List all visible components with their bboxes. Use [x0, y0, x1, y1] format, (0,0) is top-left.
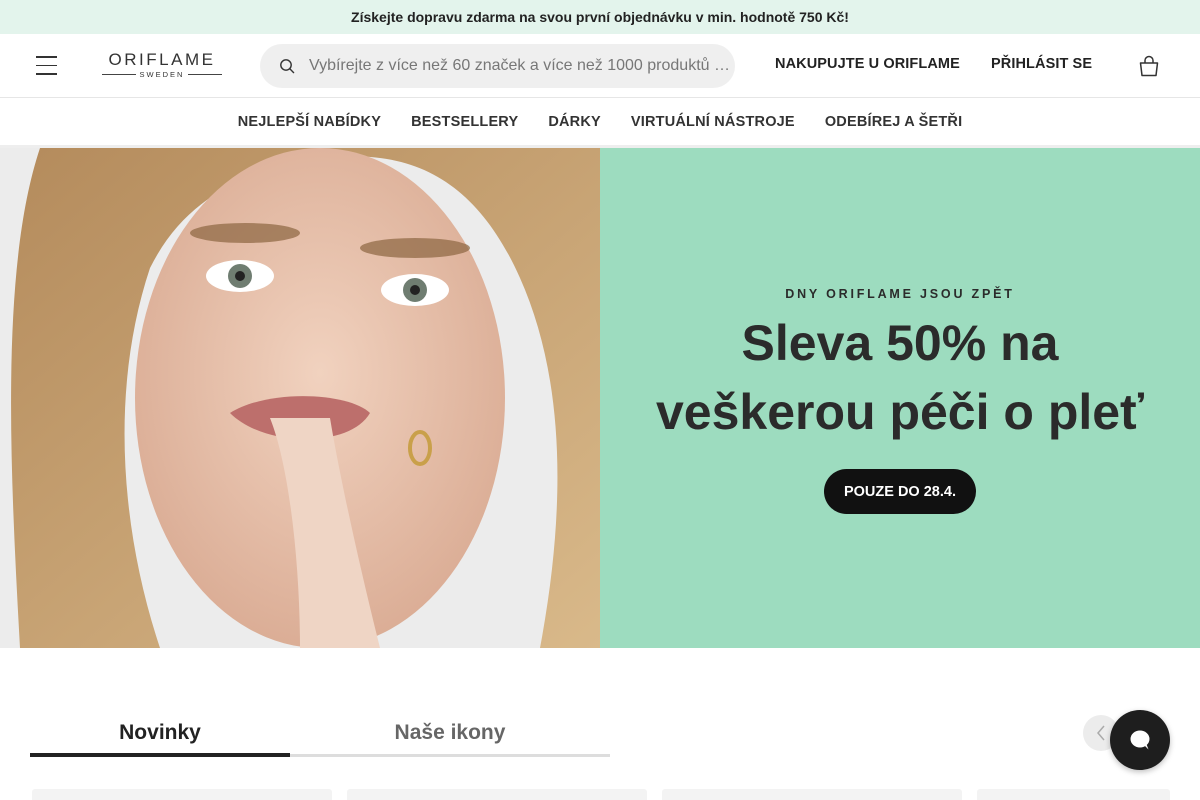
- logo-wordmark: ORIFLAME: [108, 50, 216, 69]
- promo-banner: Získejte dopravu zdarma na svou první ob…: [0, 0, 1200, 34]
- hero-eyebrow: DNY ORIFLAME JSOU ZPĚT: [785, 287, 1015, 301]
- hero-model-image: [0, 148, 600, 648]
- product-card[interactable]: [347, 789, 647, 800]
- nav-item-subscribe-save[interactable]: ODEBÍREJ A ŠETŘI: [825, 114, 962, 130]
- tab-novinky[interactable]: Novinky: [30, 710, 290, 757]
- cart-icon[interactable]: [1137, 54, 1161, 78]
- nav-item-gifts[interactable]: DÁRKY: [548, 114, 601, 130]
- search-input[interactable]: [309, 44, 729, 88]
- shop-with-oriflame-link[interactable]: NAKUPUJTE U ORIFLAME: [775, 56, 960, 72]
- product-card[interactable]: [32, 789, 332, 800]
- login-link[interactable]: PŘIHLÁSIT SE: [991, 56, 1092, 72]
- chevron-left-icon: [1097, 725, 1105, 741]
- hero-banner[interactable]: DNY ORIFLAME JSOU ZPĚT Sleva 50% na vešk…: [0, 148, 1200, 648]
- nav-item-bestsellers[interactable]: BESTSELLERY: [411, 114, 518, 130]
- search-icon: [280, 59, 295, 74]
- menu-icon[interactable]: [36, 56, 57, 76]
- site-header: ORIFLAME SWEDEN NAKUPUJTE U ORIFLAME PŘI…: [0, 34, 1200, 98]
- logo-subtext: SWEDEN: [139, 70, 185, 79]
- product-card[interactable]: [977, 789, 1170, 800]
- hero-portrait-illustration: [0, 148, 600, 648]
- nav-item-virtual-tools[interactable]: VIRTUÁLNÍ NÁSTROJE: [631, 114, 795, 130]
- tab-nase-ikony[interactable]: Naše ikony: [290, 710, 610, 757]
- product-tabs: Novinky Naše ikony: [30, 710, 610, 757]
- chat-icon: [1130, 730, 1150, 750]
- product-card[interactable]: [662, 789, 962, 800]
- nav-item-best-offers[interactable]: NEJLEPŠÍ NABÍDKY: [238, 114, 381, 130]
- hero-title: Sleva 50% na veškerou péči o pleť: [655, 315, 1145, 440]
- hero-cta-button[interactable]: POUZE DO 28.4.: [823, 469, 976, 514]
- promo-text: Získejte dopravu zdarma na svou první ob…: [351, 9, 849, 25]
- category-nav: NEJLEPŠÍ NABÍDKY BESTSELLERY DÁRKY VIRTU…: [0, 98, 1200, 148]
- hero-promo-panel: DNY ORIFLAME JSOU ZPĚT Sleva 50% na vešk…: [600, 148, 1200, 648]
- chat-button[interactable]: [1110, 710, 1170, 770]
- search-bar[interactable]: [260, 44, 735, 88]
- oriflame-logo[interactable]: ORIFLAME SWEDEN: [102, 50, 223, 81]
